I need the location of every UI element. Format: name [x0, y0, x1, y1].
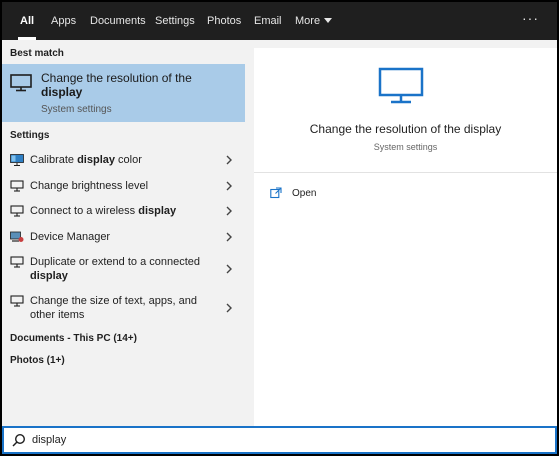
start-menu-search-window: All Apps Documents Settings Photos Email… — [0, 0, 559, 456]
search-box[interactable] — [2, 426, 557, 454]
preview-panel: Change the resolution of the display Sys… — [254, 48, 557, 426]
monitor-icon — [10, 256, 24, 268]
results-panel: Best match Change the resolution of the … — [2, 40, 245, 426]
filter-tab-bar: All Apps Documents Settings Photos Email… — [2, 2, 557, 40]
monitor-icon — [10, 74, 32, 92]
tab-email[interactable]: Email — [254, 2, 282, 40]
best-match-subtitle: System settings — [41, 104, 112, 115]
open-label: Open — [292, 188, 317, 199]
result-calibrate-display-color[interactable]: Calibrate display color — [2, 150, 245, 170]
calibrate-display-icon — [10, 154, 24, 166]
tab-settings[interactable]: Settings — [155, 2, 195, 40]
search-input[interactable] — [32, 430, 532, 450]
result-device-manager[interactable]: Device Manager — [2, 227, 245, 247]
photos-heading[interactable]: Photos (1+) — [10, 355, 65, 366]
more-options-button[interactable]: ··· — [522, 2, 539, 40]
tab-more[interactable]: More — [295, 2, 333, 40]
documents-heading[interactable]: Documents - This PC (14+) — [10, 333, 137, 344]
settings-heading: Settings — [10, 130, 50, 141]
monitor-icon — [10, 295, 24, 307]
tab-documents[interactable]: Documents — [90, 2, 146, 40]
preview-subtitle: System settings — [373, 142, 438, 152]
best-match-item[interactable]: Change the resolution of the display Sys… — [2, 64, 245, 122]
open-icon — [270, 187, 282, 199]
best-match-heading: Best match — [10, 48, 64, 59]
monitor-icon — [10, 205, 24, 217]
result-change-brightness-level[interactable]: Change brightness level — [2, 176, 245, 196]
tab-all[interactable]: All — [17, 2, 37, 40]
chevron-right-icon — [226, 303, 232, 313]
result-connect-wireless-display[interactable]: Connect to a wireless display — [2, 201, 245, 221]
chevron-right-icon — [226, 155, 232, 165]
divider — [254, 172, 557, 173]
tab-apps[interactable]: Apps — [51, 2, 76, 40]
chevron-right-icon — [226, 264, 232, 274]
chevron-right-icon — [226, 206, 232, 216]
chevron-down-icon — [324, 18, 333, 23]
monitor-icon — [10, 180, 24, 192]
chevron-right-icon — [226, 232, 232, 242]
search-icon — [12, 433, 26, 447]
preview-title: Change the resolution of the display — [309, 122, 502, 136]
device-manager-icon — [10, 231, 24, 242]
chevron-right-icon — [226, 181, 232, 191]
result-duplicate-extend-display[interactable]: Duplicate or extend to a connected displa… — [2, 252, 245, 286]
best-match-title: Change the resolution of the display — [41, 71, 192, 99]
tab-photos[interactable]: Photos — [207, 2, 241, 40]
monitor-icon — [378, 67, 424, 104]
result-change-size-text-apps[interactable]: Change the size of text, apps, and other … — [2, 291, 245, 325]
